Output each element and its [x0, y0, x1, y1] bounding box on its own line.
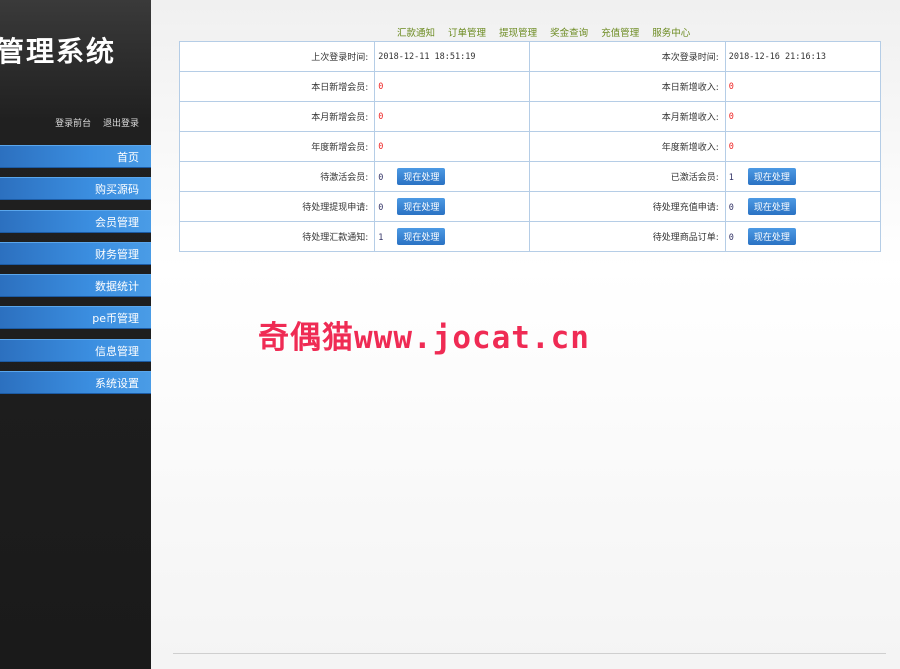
activated-value: 1 [728, 173, 734, 183]
sidebar-item-settings[interactable]: 系统设置 [0, 371, 151, 395]
sidebar: 管理系统 登录前台 退出登录 首页 购买源码 会员管理 财务管理 数据统计 pe… [0, 0, 151, 669]
month-income-value: 0 [728, 111, 734, 122]
nav-orders[interactable]: 订单管理 [448, 28, 486, 39]
month-members-value: 0 [378, 111, 384, 122]
table-row: 年度新增会员: 0 年度新增收入: 0 [178, 131, 882, 162]
this-login-value: 2018-12-16 21:16:13 [724, 41, 882, 72]
process-activate-button[interactable]: 现在处理 [397, 168, 446, 185]
this-login-label: 本次登录时间: [529, 41, 726, 72]
year-income-label: 年度新增收入: [529, 131, 726, 162]
nav-recharge[interactable]: 充值管理 [601, 28, 639, 39]
sidebar-item-statistics[interactable]: 数据统计 [0, 274, 151, 298]
sidebar-item-pe-coin[interactable]: pe币管理 [0, 306, 151, 330]
logout-link[interactable]: 退出登录 [103, 119, 139, 129]
nav-service-center[interactable]: 服务中心 [652, 28, 690, 39]
pending-remit-value: 1 [378, 233, 384, 243]
sidebar-item-finance[interactable]: 财务管理 [0, 241, 151, 265]
sidebar-links: 登录前台 退出登录 [46, 116, 139, 129]
nav-bonus-query[interactable]: 奖金查询 [550, 28, 588, 39]
pending-recharge-value: 0 [728, 203, 734, 213]
pending-activate-value: 0 [378, 173, 384, 183]
sidebar-menu: 首页 购买源码 会员管理 财务管理 数据统计 pe币管理 信息管理 系统设置 [0, 145, 151, 403]
table-row: 本日新增会员: 0 本日新增收入: 0 [178, 71, 882, 102]
table-row: 待处理汇款通知: 1 现在处理 待处理商品订单: 0 现在处理 [178, 221, 882, 252]
pending-withdraw-value: 0 [378, 203, 384, 213]
year-income-value: 0 [728, 141, 734, 152]
nav-withdraw[interactable]: 提现管理 [499, 28, 537, 39]
year-members-label: 年度新增会员: [178, 131, 376, 162]
pending-order-label: 待处理商品订单: [529, 221, 726, 252]
pending-withdraw-label: 待处理提现申请: [178, 191, 376, 222]
process-remit-button[interactable]: 现在处理 [397, 228, 446, 245]
system-title: 管理系统 [0, 35, 117, 68]
today-income-label: 本日新增收入: [529, 71, 726, 102]
process-recharge-button[interactable]: 现在处理 [747, 198, 796, 215]
month-members-label: 本月新增会员: [178, 101, 376, 132]
month-income-label: 本月新增收入: [529, 101, 726, 132]
sidebar-item-buy-source[interactable]: 购买源码 [0, 177, 151, 201]
today-members-label: 本日新增会员: [178, 71, 376, 102]
footer-divider [173, 653, 886, 654]
table-row: 待处理提现申请: 0 现在处理 待处理充值申请: 0 现在处理 [178, 191, 882, 222]
top-nav: 汇款通知 订单管理 提现管理 奖金查询 充值管理 服务中心 [397, 25, 700, 39]
process-order-button[interactable]: 现在处理 [747, 228, 796, 245]
table-row: 上次登录时间: 2018-12-11 18:51:19 本次登录时间: 2018… [178, 41, 882, 72]
today-members-value: 0 [378, 81, 384, 92]
last-login-label: 上次登录时间: [178, 41, 376, 72]
watermark-text: 奇偶猫www.jocat.cn [258, 320, 590, 356]
table-row: 本月新增会员: 0 本月新增收入: 0 [178, 101, 882, 132]
pending-remit-label: 待处理汇款通知: [178, 221, 376, 252]
process-activated-button[interactable]: 现在处理 [747, 168, 796, 185]
sidebar-item-members[interactable]: 会员管理 [0, 209, 151, 233]
login-frontend-link[interactable]: 登录前台 [55, 119, 91, 129]
nav-remit-notice[interactable]: 汇款通知 [397, 28, 435, 39]
year-members-value: 0 [378, 141, 384, 152]
process-withdraw-button[interactable]: 现在处理 [397, 198, 446, 215]
pending-recharge-label: 待处理充值申请: [529, 191, 726, 222]
activated-label: 已激活会员: [529, 161, 726, 192]
dashboard-table: 上次登录时间: 2018-12-11 18:51:19 本次登录时间: 2018… [178, 41, 882, 252]
today-income-value: 0 [728, 81, 734, 92]
pending-activate-label: 待激活会员: [178, 161, 376, 192]
sidebar-item-home[interactable]: 首页 [0, 145, 151, 168]
sidebar-item-info[interactable]: 信息管理 [0, 338, 151, 362]
table-row: 待激活会员: 0 现在处理 已激活会员: 1 现在处理 [178, 161, 882, 192]
pending-order-value: 0 [728, 233, 734, 243]
last-login-value: 2018-12-11 18:51:19 [374, 41, 531, 72]
